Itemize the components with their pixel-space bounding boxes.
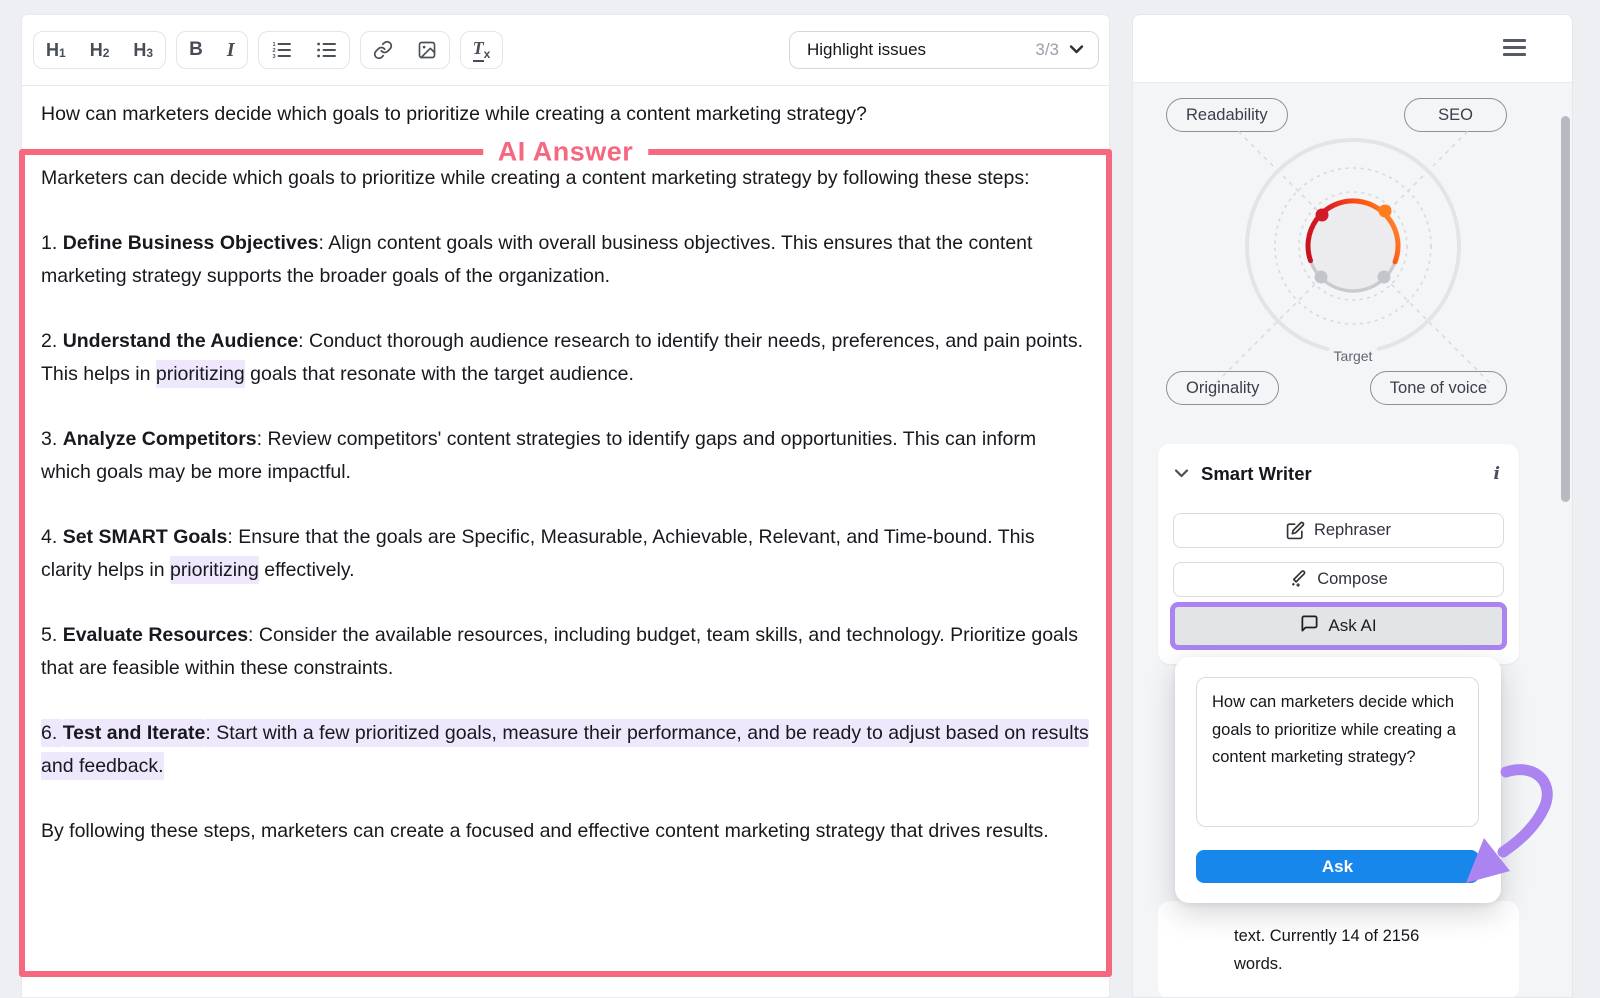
link-button[interactable] (361, 32, 405, 68)
editor-toolbar: H1 H2 H3 B I 123 (22, 15, 1109, 85)
h2-label: H (90, 40, 103, 61)
editor-panel: H1 H2 H3 B I 123 (21, 14, 1110, 998)
insert-button-group (360, 31, 450, 69)
assistant-sidebar: Readability SEO (1132, 14, 1573, 998)
edit-pencil-icon (1286, 521, 1305, 540)
menu-icon[interactable] (1503, 39, 1526, 59)
sidebar-scrollbar[interactable] (1561, 116, 1570, 502)
gauge-orange-dot (1379, 205, 1392, 218)
ask-submit-button[interactable]: Ask (1196, 850, 1479, 883)
ai-answer-paragraph: By following these steps, marketers can … (41, 815, 1090, 848)
h2-sub: 2 (103, 46, 110, 60)
ai-answer-paragraph: 2. Understand the Audience: Conduct thor… (41, 325, 1090, 391)
h3-label: H (133, 40, 146, 61)
h3-sub: 3 (146, 46, 153, 60)
word-count-text: text. Currently 14 of 2156 words. (1234, 922, 1456, 978)
italic-button[interactable]: I (215, 32, 247, 68)
h3-button[interactable]: H3 (121, 32, 165, 68)
image-button[interactable] (405, 32, 449, 68)
chevron-down-icon (1174, 465, 1189, 483)
ask-ai-popup: How can marketers decide which goals to … (1175, 657, 1501, 903)
gauge-target-label: Target (1334, 348, 1373, 364)
ai-answer-annotation-label: AI Answer (483, 137, 649, 168)
gauge-red-dot (1316, 209, 1329, 222)
bullet-list-icon (316, 40, 337, 60)
editor-question-text[interactable]: How can marketers decide which goals to … (22, 86, 1109, 128)
smart-writer-card: Smart Writer i Rephraser Compose (1158, 444, 1519, 664)
ask-ai-annotation-frame: Ask AI (1170, 602, 1507, 650)
bullet-list-button[interactable] (304, 32, 349, 68)
ask-ai-label: Ask AI (1328, 616, 1376, 636)
tone-of-voice-pill[interactable]: Tone of voice (1370, 371, 1507, 405)
highlight-issues-select[interactable]: Highlight issues 3/3 (789, 31, 1099, 69)
image-icon (417, 40, 437, 60)
chat-bubble-icon (1300, 614, 1319, 638)
heading-button-group: H1 H2 H3 (33, 31, 166, 69)
compose-button[interactable]: Compose (1173, 562, 1504, 597)
smart-writer-title: Smart Writer (1201, 463, 1491, 485)
compose-label: Compose (1317, 570, 1388, 589)
chevron-down-icon (1069, 41, 1084, 59)
ai-answer-paragraph: 1. Define Business Objectives: Align con… (41, 227, 1090, 293)
gauge-gray-dot (1315, 271, 1328, 284)
readability-pill[interactable]: Readability (1166, 98, 1288, 132)
clear-formatting-icon: Tx (473, 38, 491, 62)
clear-formatting-button[interactable]: Tx (461, 32, 503, 68)
highlight-issues-label: Highlight issues (807, 40, 1035, 60)
svg-text:3: 3 (272, 54, 275, 60)
sidebar-header (1133, 15, 1572, 83)
format-button-group: B I (176, 31, 248, 69)
ordered-list-button[interactable]: 123 (259, 32, 304, 68)
h1-sub: 1 (59, 46, 66, 60)
ask-ai-button[interactable]: Ask AI (1175, 607, 1502, 645)
magic-pen-icon (1289, 570, 1308, 589)
ai-answer-paragraph: 3. Analyze Competitors: Review competito… (41, 423, 1090, 489)
ai-answer-paragraph: 4. Set SMART Goals: Ensure that the goal… (41, 521, 1090, 587)
ai-answer-paragraph: 5. Evaluate Resources: Consider the avai… (41, 619, 1090, 685)
highlight-issues-count: 3/3 (1035, 40, 1059, 60)
info-icon[interactable]: i (1491, 464, 1503, 484)
h1-button[interactable]: H1 (34, 32, 78, 68)
h2-button[interactable]: H2 (78, 32, 122, 68)
rephraser-button[interactable]: Rephraser (1173, 513, 1504, 548)
ai-answer-annotation-box: AI Answer Marketers can decide which goa… (19, 149, 1112, 977)
score-gauge: Target (1165, 131, 1545, 387)
clear-format-group: Tx (460, 31, 504, 69)
bold-button[interactable]: B (177, 32, 215, 68)
list-button-group: 123 (258, 31, 350, 69)
compose-info-card: text. Currently 14 of 2156 words. (1158, 901, 1519, 998)
ordered-list-icon: 123 (271, 40, 292, 60)
gauge-gray-dot (1378, 271, 1391, 284)
link-icon (373, 40, 393, 60)
smart-writer-header[interactable]: Smart Writer i (1174, 461, 1503, 487)
seo-pill[interactable]: SEO (1404, 98, 1507, 132)
originality-pill[interactable]: Originality (1166, 371, 1279, 405)
rephraser-label: Rephraser (1314, 521, 1391, 540)
ask-question-input[interactable]: How can marketers decide which goals to … (1196, 677, 1479, 827)
h1-label: H (46, 40, 59, 61)
ai-answer-paragraph: 6. Test and Iterate: Start with a few pr… (41, 717, 1090, 783)
